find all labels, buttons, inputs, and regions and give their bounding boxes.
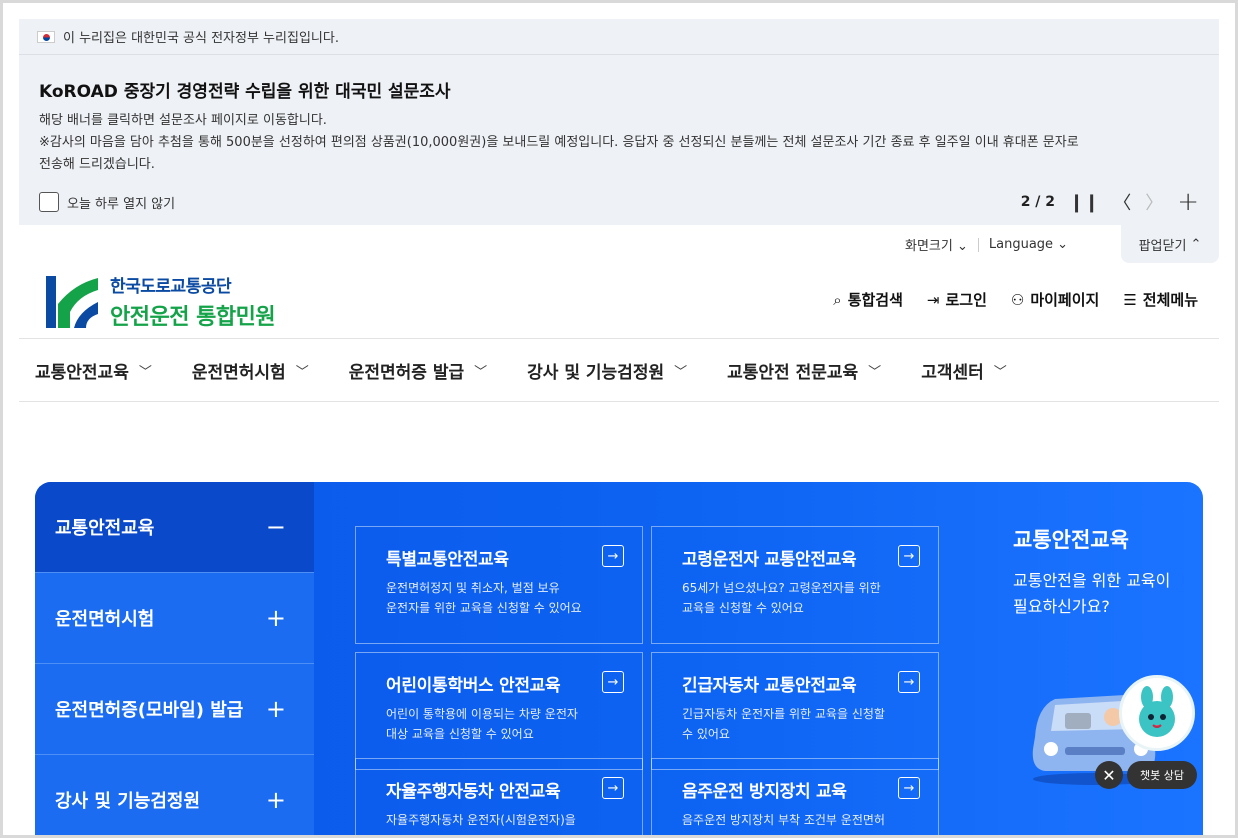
site-logo[interactable]: 한국도로교통공단 안전운전 통합민원: [44, 272, 276, 331]
banner-line-2: ※감사의 마음을 담아 추첨을 통해 500분을 선정하여 편의점 상품권(10…: [39, 135, 1079, 150]
card-school-bus-education[interactable]: 어린이통학버스 안전교육 어린이 통학용에 이용되는 차량 운전자 대상 교육을 신…: [355, 652, 643, 770]
nav-item-license-test[interactable]: 운전면허시험 ﹀: [192, 358, 309, 383]
chevron-down-icon: ﹀: [868, 364, 882, 380]
user-icon: ⚇: [1010, 290, 1025, 309]
banner-pager: 2 / 2 ❙❙ 〈 〉 +: [1021, 187, 1199, 217]
language-button[interactable]: Language ⌄: [989, 237, 1068, 252]
banner-title[interactable]: KoROAD 중장기 경영전략 수립을 위한 대국민 설문조사: [39, 77, 1199, 102]
arrow-right-icon: →: [602, 545, 624, 567]
gov-notice-bar: 이 누리집은 대한민국 공식 전자정부 누리집입니다.: [19, 19, 1219, 55]
card-emergency-vehicle-education[interactable]: 긴급자동차 교통안전교육 긴급자동차 운전자를 위한 교육을 신청할 수 있어요 →: [651, 652, 939, 770]
nav-item-instructor[interactable]: 강사 및 기능검정원 ﹀: [527, 358, 687, 383]
chevron-down-icon: ﹀: [474, 364, 488, 380]
logo-service-name: 안전운전 통합민원: [110, 305, 276, 330]
side-item-instructor[interactable]: 강사 및 기능검정원 +: [35, 755, 314, 838]
arrow-right-icon: →: [898, 545, 920, 567]
chevron-down-icon: ﹀: [295, 364, 309, 380]
dont-show-today-checkbox[interactable]: [39, 192, 59, 212]
survey-banner[interactable]: KoROAD 중장기 경영전략 수립을 위한 대국민 설문조사 해당 배너를 클…: [19, 55, 1219, 225]
gov-notice-text: 이 누리집은 대한민국 공식 전자정부 누리집입니다.: [63, 31, 339, 46]
card-autonomous-education[interactable]: 자율주행자동차 안전교육 자율주행자동차 운전자(시험운전자)을 →: [355, 758, 643, 838]
integrated-search-link[interactable]: ⌕ 통합검색: [833, 289, 903, 310]
korea-flag-icon: [37, 30, 55, 43]
chevron-down-icon: ﹀: [138, 364, 152, 380]
next-arrow-icon[interactable]: 〉: [1145, 189, 1163, 215]
nav-item-license-issue[interactable]: 운전면허증 발급 ﹀: [349, 358, 487, 383]
search-icon: ⌕: [833, 290, 842, 309]
arrow-right-icon: →: [898, 777, 920, 799]
nav-item-pro-education[interactable]: 교통안전 전문교육 ﹀: [727, 358, 881, 383]
side-menu: 교통안전교육 − 운전면허시험 + 운전면허증(모바일) 발급 + 강사 및 기능검정…: [35, 482, 314, 838]
koroad-logo-icon: [46, 275, 98, 328]
collapse-icon: −: [265, 513, 286, 541]
menu-icon: ☰: [1123, 290, 1137, 309]
nav-item-customer-center[interactable]: 고객센터 ﹀: [921, 358, 1007, 383]
login-link[interactable]: ⇥ 로그인: [927, 289, 987, 310]
expand-icon: +: [265, 786, 286, 814]
divider: [977, 237, 979, 252]
intro-title: 교통안전교육: [1013, 528, 1129, 552]
card-special-education[interactable]: 특별교통안전교육 운전면허정지 및 취소자, 벌점 보유 운전자를 위한 교육을 신…: [355, 526, 643, 644]
header-nav: ⌕ 통합검색 ⇥ 로그인 ⚇ 마이페이지 ☰ 전체메뉴: [833, 289, 1198, 310]
intro-text: 교통안전교육 교통안전을 위한 교육이 필요하신가요?: [1013, 524, 1170, 620]
logo-org-name: 한국도로교통공단: [110, 277, 232, 297]
dont-show-today-label[interactable]: 오늘 하루 열지 않기: [67, 193, 175, 212]
arrow-right-icon: →: [602, 671, 624, 693]
popup-close-button[interactable]: 팝업닫기 ⌃: [1121, 225, 1219, 263]
card-senior-education[interactable]: 고령운전자 교통안전교육 65세가 넘으셨나요? 고령운전자를 위한 교육을 신청할…: [651, 526, 939, 644]
all-menu-link[interactable]: ☰ 전체메뉴: [1123, 289, 1198, 310]
service-panel: 교통안전교육 − 운전면허시험 + 운전면허증(모바일) 발급 + 강사 및 기능검정…: [35, 482, 1203, 838]
main-nav: 교통안전교육 ﹀ 운전면허시험 ﹀ 운전면허증 발급 ﹀ 강사 및 기능검정원 ﹀ 교통…: [19, 338, 1219, 402]
side-item-license-test[interactable]: 운전면허시험 +: [35, 573, 314, 664]
expand-plus-icon[interactable]: +: [1177, 187, 1199, 217]
card-dui-device-education[interactable]: 음주운전 방지장치 교육 음주운전 방지장치 부착 조건부 운전면허 →: [651, 758, 939, 838]
side-item-safety-education[interactable]: 교통안전교육 −: [35, 482, 314, 573]
intro-line-1: 교통안전을 위한 교육이: [1013, 571, 1171, 590]
close-icon[interactable]: ✕: [1095, 761, 1123, 789]
chatbot-label[interactable]: 챗봇 상담: [1127, 761, 1197, 789]
mypage-link[interactable]: ⚇ 마이페이지: [1011, 289, 1099, 310]
chatbot-rabbit-icon: [1139, 686, 1175, 737]
utility-bar: 화면크기 ⌄ Language ⌄: [905, 235, 1068, 254]
banner-line-3: 전송해 드리겠습니다.: [39, 157, 155, 172]
screen-size-button[interactable]: 화면크기 ⌄: [905, 235, 968, 254]
chevron-down-icon: ﹀: [674, 364, 688, 380]
banner-line-1: 해당 배너를 클릭하면 설문조사 페이지로 이동합니다.: [39, 113, 327, 128]
banner-page-count: 2 / 2: [1020, 194, 1056, 210]
arrow-right-icon: →: [898, 671, 920, 693]
intro-line-2: 필요하신가요?: [1013, 597, 1110, 616]
expand-icon: +: [265, 695, 286, 723]
expand-icon: +: [265, 604, 286, 632]
pause-icon[interactable]: ❙❙: [1069, 192, 1099, 213]
side-item-mobile-license[interactable]: 운전면허증(모바일) 발급 +: [35, 664, 314, 755]
chevron-down-icon: ﹀: [993, 364, 1007, 380]
login-icon: ⇥: [926, 290, 940, 309]
nav-item-safety-education[interactable]: 교통안전교육 ﹀: [35, 358, 152, 383]
prev-arrow-icon[interactable]: 〈: [1113, 189, 1131, 215]
chatbot-button[interactable]: [1119, 675, 1195, 751]
arrow-right-icon: →: [602, 777, 624, 799]
